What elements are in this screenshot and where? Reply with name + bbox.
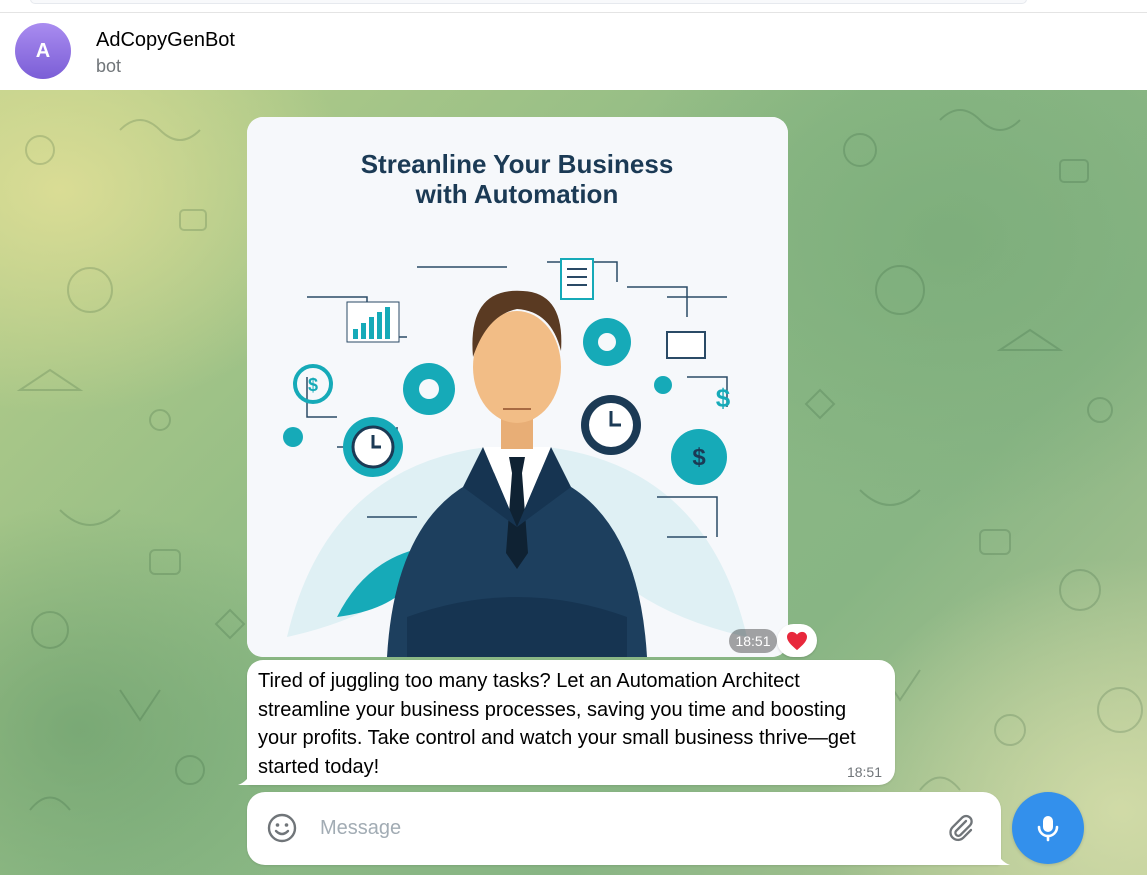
heart-icon [787,631,807,650]
ad-image: Streanline Your Business with Automation… [247,117,788,657]
image-title-line2: with Automation [415,179,619,209]
bubble-tail [238,771,252,785]
paperclip-icon[interactable] [945,812,977,844]
message-input[interactable] [320,810,920,846]
chat-title: AdCopyGenBot [96,29,235,51]
image-title-line1: Streanline Your Business [361,149,674,179]
avatar[interactable]: A [15,23,71,79]
svg-text:$: $ [716,383,731,413]
text-message[interactable]: Tired of juggling too many tasks? Let an… [238,660,895,785]
svg-text:$: $ [308,375,318,395]
smile-icon[interactable] [266,812,298,844]
chat-header[interactable]: A AdCopyGenBot bot [0,13,1147,90]
image-message[interactable]: Streanline Your Business with Automation… [247,117,788,657]
image-message-time: 18:51 [729,629,777,653]
svg-text:$: $ [692,444,706,471]
chat-subtitle: bot [96,56,122,76]
message-time: 18:51 [846,764,882,780]
composer-tail [996,851,1010,865]
heart-reaction[interactable] [777,624,817,657]
message-composer[interactable] [247,792,1010,865]
message-text: Tired of juggling too many tasks? Let an… [258,670,856,778]
microphone-icon [1037,816,1059,842]
microphone-button[interactable] [1012,792,1084,864]
top-bar [30,0,1027,4]
browser-top-strip [0,0,1147,13]
